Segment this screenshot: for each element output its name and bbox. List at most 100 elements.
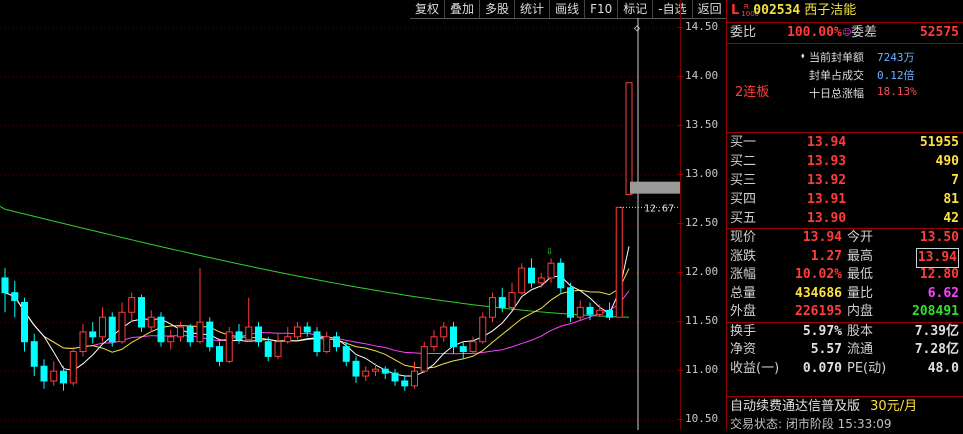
candle-body	[21, 301, 28, 343]
toolbar-button-1[interactable]: 叠加	[444, 0, 479, 18]
candle-body	[391, 372, 399, 382]
candle-body	[518, 267, 526, 294]
candle-body	[196, 321, 204, 343]
seal-label-2: 十日总涨幅	[809, 87, 864, 100]
ad-bar[interactable]: 自动续费通达信普及版 30元/月	[727, 396, 963, 417]
weicha-value: 52575	[919, 25, 959, 40]
candle-body	[206, 321, 214, 348]
stat-label: 最高	[847, 248, 874, 264]
candle-body	[342, 346, 350, 362]
candle-body	[576, 306, 584, 318]
price-axis: 14.50 14.00 13.50 13.00 12.50 12.00 11.50 11.00…	[678, 0, 727, 430]
stat-label: 涨跌	[730, 248, 757, 264]
candle-body	[606, 309, 613, 318]
candle-body	[294, 326, 301, 338]
crosshair-price-box	[630, 181, 680, 194]
toolbar-button-6[interactable]: 标记	[617, 0, 652, 18]
candle-body	[498, 297, 506, 308]
stat-label: 换手	[730, 323, 757, 339]
candle-body	[30, 341, 38, 367]
candle-body	[420, 346, 428, 372]
candle-body	[381, 368, 389, 374]
axis-tick-label: 11.50	[678, 314, 731, 327]
stat-value: 12.80	[919, 267, 959, 282]
candle-body	[108, 316, 116, 343]
ad-price[interactable]: 30元/月	[870, 399, 917, 414]
stat-value: 13.50	[919, 230, 959, 245]
bid-label: 买二	[730, 154, 757, 169]
stat-label: 现价	[730, 230, 757, 245]
stat-row: 收益(一) 0.070 PE(动) 48.0	[727, 360, 963, 379]
candle-body	[557, 262, 565, 289]
candle-body	[89, 331, 97, 338]
stat-label: 总量	[730, 285, 757, 301]
axis-tick-label: 13.00	[678, 167, 731, 180]
stat-label: 最低	[847, 267, 874, 282]
bid-price: 13.92	[807, 173, 847, 188]
candle-body	[352, 360, 360, 377]
ad-text[interactable]: 自动续费通达信普及版	[730, 399, 860, 414]
candle-body	[547, 262, 555, 279]
toolbar-button-4[interactable]: 画线	[549, 0, 584, 18]
candle-body	[586, 306, 594, 315]
seal-label-0: 当前封单额	[809, 51, 864, 64]
order-book-row[interactable]: 买五 13.90 42	[727, 209, 963, 228]
order-book-row[interactable]: 买四 13.91 81	[727, 190, 963, 209]
candle-body	[186, 326, 194, 343]
kline-svg[interactable]: ⇩ ◇ 12.67	[0, 18, 680, 430]
stat-row: 换手 5.97% 股本 7.39亿	[727, 323, 963, 342]
candle-body	[401, 380, 409, 387]
seal-value-0: 7243万	[877, 51, 915, 64]
candle-body	[60, 370, 67, 384]
stat-label: 收益(一)	[730, 360, 780, 376]
stock-name: 西子洁能	[804, 3, 857, 18]
candle-body	[372, 368, 379, 372]
bid-label: 买三	[730, 173, 757, 188]
r-badge: R 1000	[741, 3, 759, 18]
bid-volume: 42	[943, 211, 959, 226]
weibi-row: 委比 100.00% ☺ 委差 52575	[727, 23, 963, 44]
candle-body	[537, 277, 545, 284]
candle-body	[69, 351, 77, 384]
toolbar-button-2[interactable]: 多股	[479, 0, 514, 18]
quote-panel: L R 1000002534 西子洁能 委比 100.00% ☺ 委差 52575 2…	[726, 0, 963, 431]
bid-price: 13.90	[807, 211, 847, 226]
axis-tick-label: 13.50	[678, 118, 731, 131]
pin-icon: ⬧	[801, 51, 805, 60]
fundamental-stats: 换手 5.97% 股本 7.39亿 净资 5.57 流通 7.28亿 收益(一) 0.070 PE(…	[727, 323, 963, 379]
quote-stats: 现价 13.94 今开 13.50 涨跌 1.27 最高 13.94 涨幅 10.02% 最低 12.…	[727, 229, 963, 323]
order-book-row[interactable]: 买三 13.92 7	[727, 171, 963, 190]
toolbar-button-5[interactable]: F10	[584, 0, 617, 18]
stat-row: 总量 434686 量比 6.62	[727, 285, 963, 304]
stat-label: 股本	[847, 323, 874, 339]
candle-body	[157, 316, 165, 343]
candle-body	[615, 206, 623, 318]
seal-label-1: 封单占成交	[809, 69, 864, 82]
order-book-row[interactable]: 买二 13.93 490	[727, 152, 963, 171]
candle-body	[459, 346, 467, 353]
stat-row: 净资 5.57 流通 7.28亿	[727, 341, 963, 360]
stat-value: 13.94	[802, 230, 842, 245]
ma60-line	[4, 208, 630, 318]
candle-body	[411, 370, 418, 387]
axis-tick-label: 12.00	[678, 265, 731, 278]
status-bar: 交易状态: 闭市阶段 15:33:09	[727, 417, 963, 431]
axis-tick-label: 14.50	[678, 20, 731, 33]
candle-body	[264, 341, 272, 357]
bid-volume: 81	[943, 192, 959, 207]
candle-body	[216, 346, 223, 362]
axis-tick-label: 10.50	[678, 412, 731, 425]
order-book-row[interactable]: 买一 13.94 51955	[727, 133, 963, 152]
seal-info: 2连板 ⬧ 当前封单额 7243万 封单占成交 0.12倍 十日总涨幅 18.1…	[727, 44, 963, 133]
stat-value: 13.94	[915, 247, 959, 268]
toolbar-button-0[interactable]: 复权	[410, 0, 444, 18]
stat-value: 7.39亿	[914, 323, 959, 339]
candle-body	[50, 370, 58, 382]
stat-row: 涨幅 10.02% 最低 12.80	[727, 266, 963, 285]
toolbar-button-3[interactable]: 统计	[514, 0, 549, 18]
candle-body	[118, 311, 126, 343]
seal-value-1: 0.12倍	[877, 69, 915, 82]
kline-chart[interactable]: ⇩ ◇ 12.67	[0, 18, 680, 430]
axis-tick-label: 12.50	[678, 216, 731, 229]
down-arrow-icon: ⇩	[546, 243, 553, 257]
